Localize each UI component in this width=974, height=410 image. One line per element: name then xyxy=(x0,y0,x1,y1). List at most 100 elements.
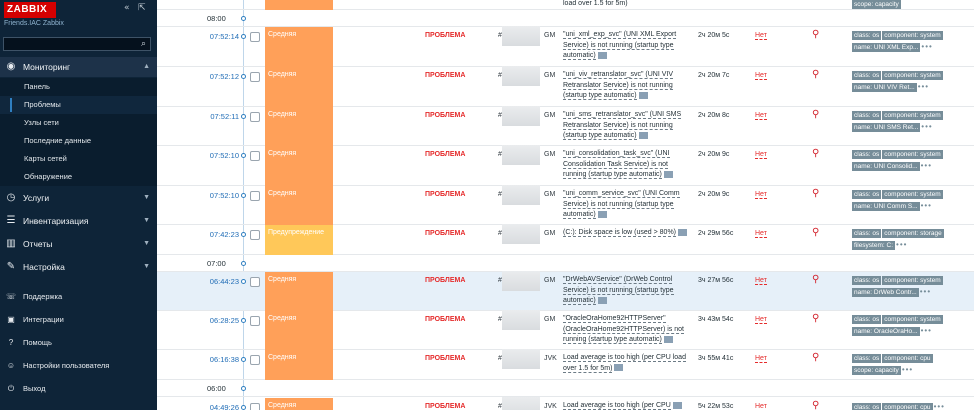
tag[interactable]: filesystem: C: xyxy=(852,241,896,250)
actions-icon[interactable]: ⚲ xyxy=(812,400,819,410)
problem-time[interactable]: 07:52:10 xyxy=(203,191,239,200)
host-cell[interactable]: # GM xyxy=(498,310,555,330)
zabbix-logo[interactable]: ZABBIX xyxy=(4,2,56,18)
host-cell[interactable]: # GM xyxy=(498,66,555,86)
menu-services[interactable]: ◷ Услуги ▼ xyxy=(0,188,157,208)
row-checkbox[interactable] xyxy=(250,112,260,122)
more-tags-icon[interactable]: ••• xyxy=(902,364,913,375)
row-checkbox[interactable] xyxy=(250,191,260,201)
problem-description[interactable]: "uni_comm_service_svc" (UNI Comm Service… xyxy=(563,189,693,221)
problem-time[interactable]: 07:52:12 xyxy=(203,72,239,81)
host-cell[interactable]: # JVK xyxy=(498,397,557,410)
problem-description[interactable]: (C:): Disk space is low (used > 80%) xyxy=(563,228,693,239)
comment-icon[interactable] xyxy=(614,364,624,372)
actions-icon[interactable]: ⚲ xyxy=(812,313,819,324)
row-checkbox[interactable] xyxy=(250,32,260,42)
tag[interactable]: component: system xyxy=(882,190,943,199)
problem-description-text[interactable]: "uni_sms_retranslator_svc" (UNI SMS Retr… xyxy=(563,111,682,140)
more-tags-icon[interactable]: ••• xyxy=(921,200,932,211)
ack-link[interactable]: Нет xyxy=(755,230,767,238)
problem-description[interactable]: "uni_xml_exp_svc" (UNI XML Export Servic… xyxy=(563,30,693,62)
table-row[interactable]: 06:28:25 Средняя ПРОБЛЕМА # GM "OracleOraHome… xyxy=(157,310,974,350)
comment-icon[interactable] xyxy=(663,335,673,343)
more-tags-icon[interactable]: ••• xyxy=(921,41,932,52)
problem-description[interactable]: Load average is too high (per CPU xyxy=(563,401,693,410)
tag[interactable]: class: os xyxy=(852,229,882,238)
row-checkbox[interactable] xyxy=(250,72,260,82)
problem-time[interactable]: 07:52:11 xyxy=(203,112,239,121)
submenu-discovery[interactable]: Обнаружение xyxy=(0,168,157,186)
submenu-hosts[interactable]: Узлы сети xyxy=(0,114,157,132)
tag[interactable]: name: UNI Comm S... xyxy=(852,202,920,211)
problem-description-text[interactable]: Load average is too high (per CPU xyxy=(563,402,671,410)
tag[interactable]: component: system xyxy=(882,71,943,80)
host-cell[interactable]: # GM xyxy=(498,271,555,291)
comment-icon[interactable] xyxy=(638,91,648,99)
tag[interactable]: class: os xyxy=(852,403,882,410)
ack-link[interactable]: Нет xyxy=(755,32,767,40)
tag[interactable]: component: cpu xyxy=(882,403,933,410)
problem-time[interactable]: 06:44:23 xyxy=(203,277,239,286)
more-tags-icon[interactable]: ••• xyxy=(921,121,932,132)
host-cell[interactable]: # GM xyxy=(498,224,555,244)
problem-time[interactable]: 04:49:26 xyxy=(203,403,239,410)
tag[interactable]: name: UNI XML Exp... xyxy=(852,43,921,52)
host-cell[interactable]: # GM xyxy=(498,145,555,165)
tag[interactable]: class: os xyxy=(852,315,882,324)
tag[interactable]: name: DrWeb Contr... xyxy=(852,288,919,297)
actions-icon[interactable]: ⚲ xyxy=(812,29,819,40)
actions-icon[interactable]: ⚲ xyxy=(812,352,819,363)
tag[interactable]: component: system xyxy=(882,150,943,159)
ack-link[interactable]: Нет xyxy=(755,403,767,410)
table-row[interactable]: 06:16:38 Средняя ПРОБЛЕМА # JVK Load average … xyxy=(157,349,974,380)
tag[interactable]: name: UNI VIV Ret... xyxy=(852,83,917,92)
problem-time[interactable]: 07:52:14 xyxy=(203,32,239,41)
collapse-sidebar-icon[interactable]: « xyxy=(124,3,130,13)
menu-help[interactable]: ? Помощь xyxy=(0,333,157,353)
host-cell[interactable]: # GM xyxy=(498,106,555,126)
tag[interactable]: class: os xyxy=(852,31,882,40)
more-tags-icon[interactable]: ••• xyxy=(920,286,931,297)
tag[interactable]: name: UNI SMS Ret... xyxy=(852,123,921,132)
tag[interactable]: component: system xyxy=(882,315,943,324)
tag[interactable]: class: os xyxy=(852,150,882,159)
problem-time[interactable]: 07:42:23 xyxy=(203,230,239,239)
ack-link[interactable]: Нет xyxy=(755,355,767,363)
tag[interactable]: class: os xyxy=(852,111,882,120)
more-tags-icon[interactable]: ••• xyxy=(921,160,932,171)
tag[interactable]: component: system xyxy=(882,276,943,285)
problem-description[interactable]: "uni_consolidation_task_svc" (UNI Consol… xyxy=(563,149,693,181)
ack-link[interactable]: Нет xyxy=(755,112,767,120)
submenu-maps[interactable]: Карты сетей xyxy=(0,150,157,168)
table-row[interactable]: 07:42:23 Предупреждение ПРОБЛЕМА # GM (C:): D… xyxy=(157,224,974,255)
comment-icon[interactable] xyxy=(672,401,682,409)
problem-description-text[interactable]: "uni_consolidation_task_svc" (UNI Consol… xyxy=(563,150,670,179)
table-row[interactable]: 06:44:23 Средняя ПРОБЛЕМА # GM "DrWebAVServic… xyxy=(157,271,974,311)
kiosk-mode-icon[interactable]: ⇱ xyxy=(138,3,146,13)
ack-link[interactable]: Нет xyxy=(755,277,767,285)
ack-link[interactable]: Нет xyxy=(755,191,767,199)
table-row[interactable]: 04:49:26 Средняя ПРОБЛЕМА # JVK Load average … xyxy=(157,397,974,410)
menu-user-settings[interactable]: ☺ Настройки пользователя xyxy=(0,356,157,376)
more-tags-icon[interactable]: ••• xyxy=(921,325,932,336)
actions-icon[interactable]: ⚲ xyxy=(812,227,819,238)
tag[interactable]: component: system xyxy=(882,111,943,120)
ack-link[interactable]: Нет xyxy=(755,72,767,80)
actions-icon[interactable]: ⚲ xyxy=(812,148,819,159)
menu-configuration[interactable]: ✎ Настройка ▼ xyxy=(0,257,157,277)
menu-monitoring[interactable]: ◉ Мониторинг ▲ xyxy=(0,57,157,77)
table-row[interactable]: 07:52:10 Средняя ПРОБЛЕМА # GM "uni_consolida… xyxy=(157,145,974,186)
row-checkbox[interactable] xyxy=(250,277,260,287)
more-tags-icon[interactable]: ••• xyxy=(918,81,929,92)
comment-icon[interactable] xyxy=(678,228,688,236)
host-cell[interactable]: # GM xyxy=(498,185,555,205)
comment-icon[interactable] xyxy=(597,210,607,218)
menu-logout[interactable]: ⏻ Выход xyxy=(0,379,157,399)
tag[interactable]: class: os xyxy=(852,276,882,285)
search-input[interactable]: ⌕ xyxy=(3,37,151,51)
problem-description-text[interactable]: "uni_xml_exp_svc" (UNI XML Export Servic… xyxy=(563,31,677,60)
comment-icon[interactable] xyxy=(663,170,673,178)
comment-icon[interactable] xyxy=(597,296,607,304)
problem-description-text[interactable]: Load average is too high (per CPU load o… xyxy=(563,354,686,373)
submenu-latest-data[interactable]: Последние данные xyxy=(0,132,157,150)
